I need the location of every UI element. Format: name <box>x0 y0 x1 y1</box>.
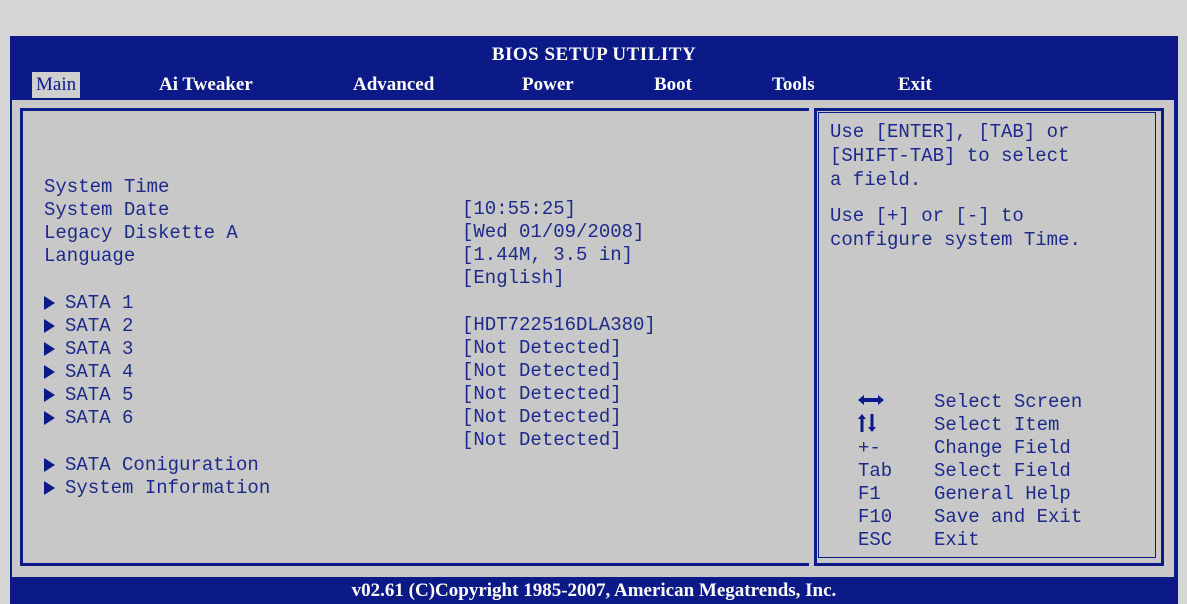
help-line-2: [SHIFT-TAB] to select <box>830 145 1070 167</box>
sata-5-row[interactable]: SATA 5 [Not Detected] <box>44 362 622 428</box>
tab-exit[interactable]: Exit <box>894 72 936 98</box>
legacy-diskette-value[interactable]: [1.44M, 3.5 in] <box>462 244 633 266</box>
tab-power[interactable]: Power <box>518 72 578 98</box>
key-legend: Select Screen Select Item +- Change Fiel… <box>858 391 1158 552</box>
key-row-select-screen: Select Screen <box>858 391 1158 414</box>
menu-bar: Main Ai Tweaker Advanced Power Boot Tool… <box>10 72 1178 98</box>
submenu-arrow-icon <box>44 411 55 425</box>
system-date-row[interactable]: System Date [Wed 01/09/2008] <box>44 177 644 243</box>
key-row-general-help: F1 General Help <box>858 483 1158 506</box>
legacy-diskette-row[interactable]: Legacy Diskette A [1.44M, 3.5 in] <box>44 200 633 266</box>
sata-6-value: [Not Detected] <box>462 429 622 451</box>
esc-key: ESC <box>858 529 893 551</box>
tab-advanced[interactable]: Advanced <box>349 72 438 98</box>
sata-6-label: SATA 6 <box>65 407 134 429</box>
key-row-exit: ESC Exit <box>858 529 1158 552</box>
system-date-value[interactable]: [Wed 01/09/2008] <box>462 221 644 243</box>
key-row-save-exit: F10 Save and Exit <box>858 506 1158 529</box>
bios-title: BIOS SETUP UTILITY <box>491 44 697 65</box>
sata-2-value: [Not Detected] <box>462 337 622 359</box>
change-field-desc: Change Field <box>934 437 1071 459</box>
system-time-row[interactable]: System Time [10:55:25] <box>44 154 576 220</box>
exit-desc: Exit <box>934 529 980 551</box>
help-line-4: Use [+] or [-] to <box>830 205 1024 227</box>
sata-configuration-row[interactable]: SATA Coniguration <box>44 432 259 476</box>
help-line-5: configure system Time. <box>830 229 1081 251</box>
help-line-1: Use [ENTER], [TAB] or <box>830 121 1070 143</box>
sata-4-row[interactable]: SATA 4 [Not Detected] <box>44 339 622 405</box>
f10-key: F10 <box>858 506 893 528</box>
sata-4-value: [Not Detected] <box>462 383 622 405</box>
save-exit-desc: Save and Exit <box>934 506 1083 528</box>
sata-configuration-label: SATA Coniguration <box>65 454 259 476</box>
plus-minus-key: +- <box>858 437 881 459</box>
submenu-arrow-icon <box>44 481 55 495</box>
tab-main[interactable]: Main <box>32 72 81 98</box>
system-time-value[interactable]: [10:55:25] <box>462 198 576 220</box>
tab-boot[interactable]: Boot <box>650 72 696 98</box>
tab-key: Tab <box>858 460 893 482</box>
tab-ai-tweaker[interactable]: Ai Tweaker <box>155 72 257 98</box>
bios-window: BIOS SETUP UTILITY Main Ai Tweaker Advan… <box>10 36 1178 604</box>
sata-3-row[interactable]: SATA 3 [Not Detected] <box>44 316 622 382</box>
select-field-desc: Select Field <box>934 460 1071 482</box>
key-row-select-field: Tab Select Field <box>858 460 1158 483</box>
help-text: Use [ENTER], [TAB] or [SHIFT-TAB] to sel… <box>830 120 1160 252</box>
general-help-desc: General Help <box>934 483 1071 505</box>
sata-1-value: [HDT722516DLA380] <box>462 314 656 336</box>
copyright-footer: v02.61 (C)Copyright 1985-2007, American … <box>351 580 837 601</box>
system-information-label: System Information <box>65 477 271 499</box>
sata-3-value: [Not Detected] <box>462 360 622 382</box>
select-screen-desc: Select Screen <box>934 391 1083 413</box>
sata-6-row[interactable]: SATA 6 [Not Detected] <box>44 385 622 451</box>
select-item-desc: Select Item <box>934 414 1060 436</box>
f1-key: F1 <box>858 483 881 505</box>
up-down-arrows-icon <box>858 414 918 439</box>
sata-5-value: [Not Detected] <box>462 406 622 428</box>
help-line-3: a field. <box>830 169 922 191</box>
tab-tools[interactable]: Tools <box>768 72 819 98</box>
system-information-row[interactable]: System Information <box>44 455 270 499</box>
sata-1-row[interactable]: SATA 1 [HDT722516DLA380] <box>44 270 656 336</box>
left-right-arrows-icon <box>858 391 918 414</box>
language-row[interactable]: Language [English] <box>44 223 565 289</box>
sata-2-row[interactable]: SATA 2 [Not Detected] <box>44 293 622 359</box>
language-label: Language <box>44 245 136 267</box>
key-row-change-field: +- Change Field <box>858 437 1158 460</box>
key-row-select-item: Select Item <box>858 414 1158 437</box>
language-value[interactable]: [English] <box>462 267 565 289</box>
